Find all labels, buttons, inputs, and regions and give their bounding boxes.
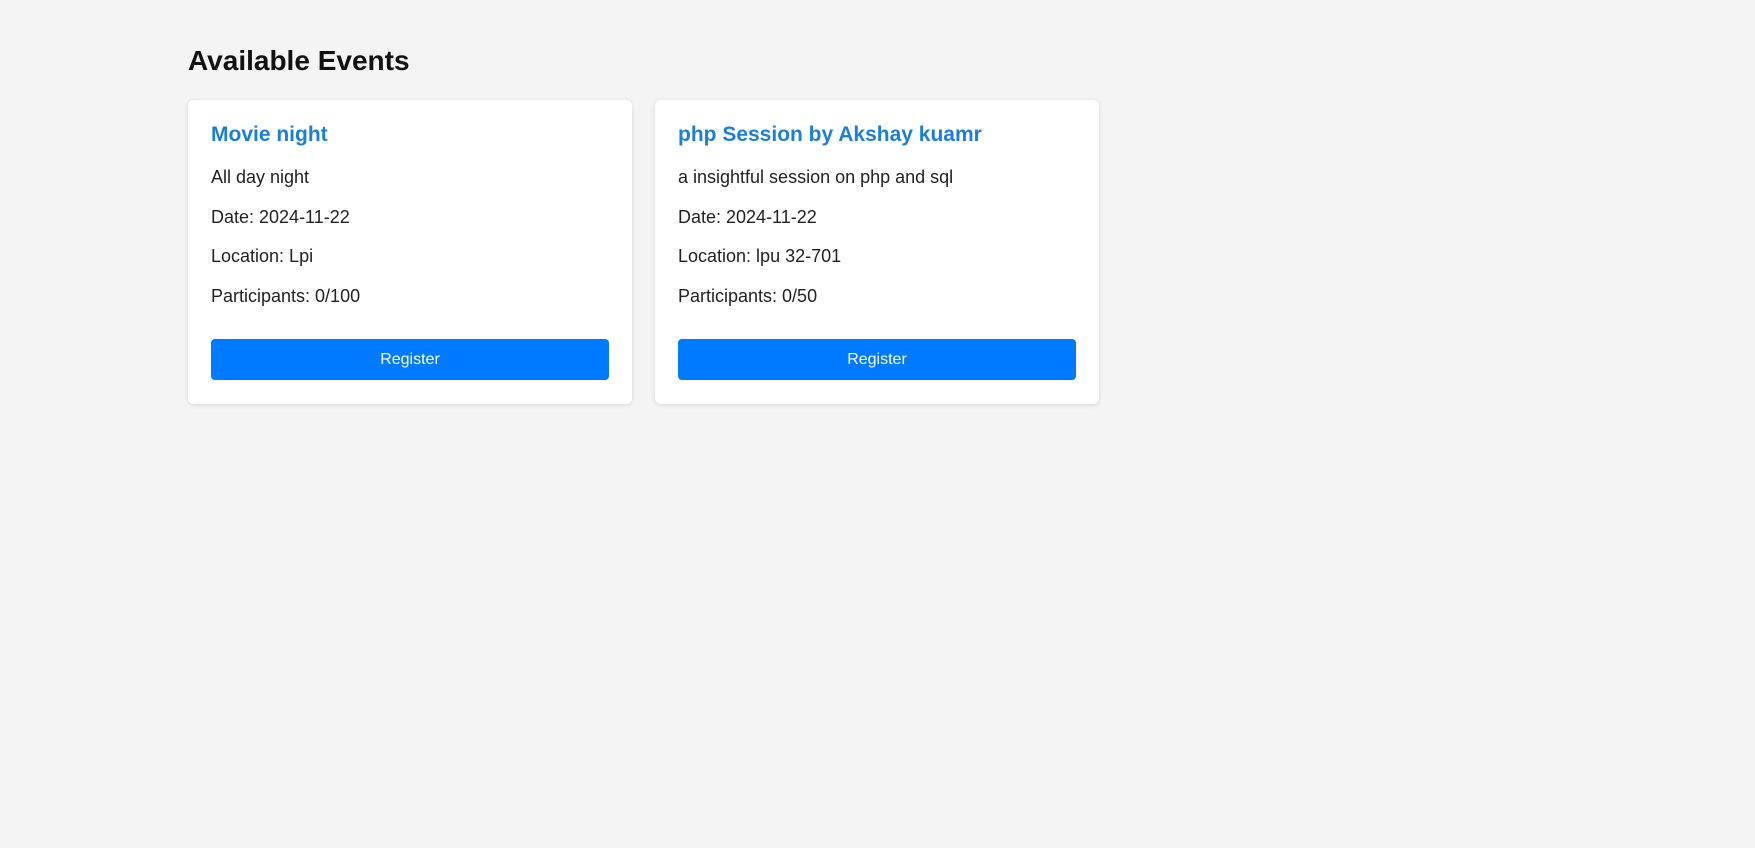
event-description: a insightful session on php and sql xyxy=(678,167,954,187)
register-button[interactable]: Register xyxy=(678,339,1076,380)
event-location: Location: Lpi xyxy=(211,246,314,266)
events-grid: Movie night All day night Date: 2024-11-… xyxy=(188,100,1099,404)
event-date: Date: 2024-11-22 xyxy=(211,206,350,227)
event-title: php Session by Akshay kuamr xyxy=(678,123,982,146)
event-location: Location: lpu 32-701 xyxy=(678,246,842,266)
page-title: Available Events xyxy=(188,45,410,76)
event-description: All day night xyxy=(211,167,310,187)
event-card: php Session by Akshay kuamr a insightful… xyxy=(655,100,1099,404)
event-participants: Participants: 0/100 xyxy=(211,285,361,306)
register-button[interactable]: Register xyxy=(211,339,609,380)
event-card: Movie night All day night Date: 2024-11-… xyxy=(188,100,632,404)
event-participants: Participants: 0/50 xyxy=(678,285,818,306)
event-date: Date: 2024-11-22 xyxy=(678,206,817,227)
event-title: Movie night xyxy=(211,123,328,146)
